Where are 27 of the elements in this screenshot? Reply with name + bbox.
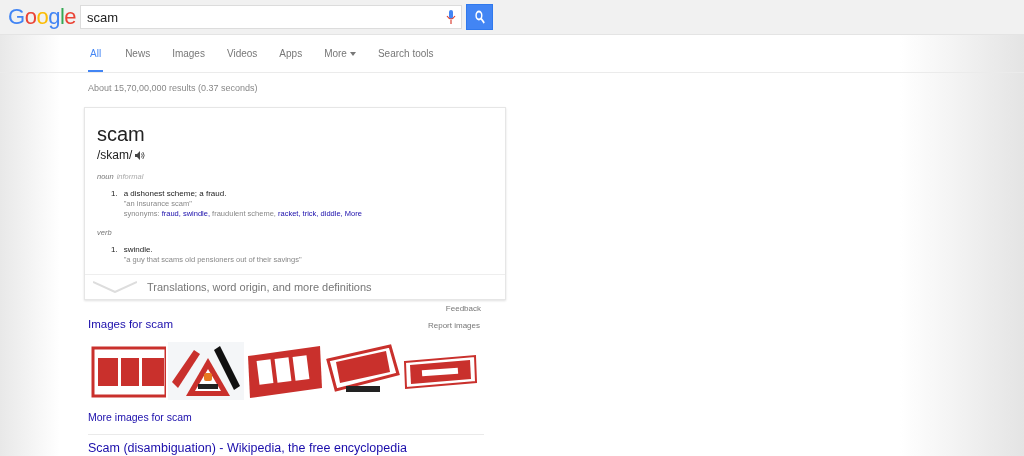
search-icon — [474, 10, 485, 24]
nav-tab[interactable]: Images — [172, 35, 205, 72]
definition-text: swindle. — [123, 245, 154, 254]
search-field[interactable]: scam — [80, 5, 462, 29]
sense-number: 1. — [111, 245, 118, 256]
result-stats: About 15,70,00,000 results (0.37 seconds) — [88, 83, 259, 93]
report-images-link[interactable]: Report images — [427, 321, 480, 330]
more-images-link[interactable]: More images for scam — [88, 411, 192, 423]
result-title-link[interactable]: Scam (disambiguation) - Wikipedia, the free encyclopedia — [88, 441, 407, 455]
microphone-icon — [446, 10, 456, 24]
nav-tab[interactable]: Search tools — [377, 35, 434, 72]
nav-tab[interactable]: More — [324, 35, 356, 72]
definition-text: a dishonest scheme; a fraud. — [123, 189, 228, 198]
sense-number: 1. — [111, 189, 118, 200]
nav-tab[interactable]: Apps — [279, 35, 303, 72]
more-definitions-link[interactable]: Translations, word origin, and more definitions — [147, 281, 372, 293]
pronunciation: /skam/ — [97, 148, 133, 162]
feedback-link[interactable]: Feedback — [84, 304, 481, 313]
nav-tab[interactable]: Videos — [226, 35, 258, 72]
chevron-icon — [93, 281, 137, 293]
nav-tab[interactable]: News — [125, 35, 151, 72]
caret-icon — [349, 52, 356, 56]
search-button[interactable] — [466, 4, 493, 30]
speaker-icon — [135, 150, 146, 160]
nav-tab[interactable]: All — [88, 35, 104, 72]
headword: scam — [97, 122, 146, 146]
images-heading-link[interactable]: Images for scam — [88, 318, 173, 330]
